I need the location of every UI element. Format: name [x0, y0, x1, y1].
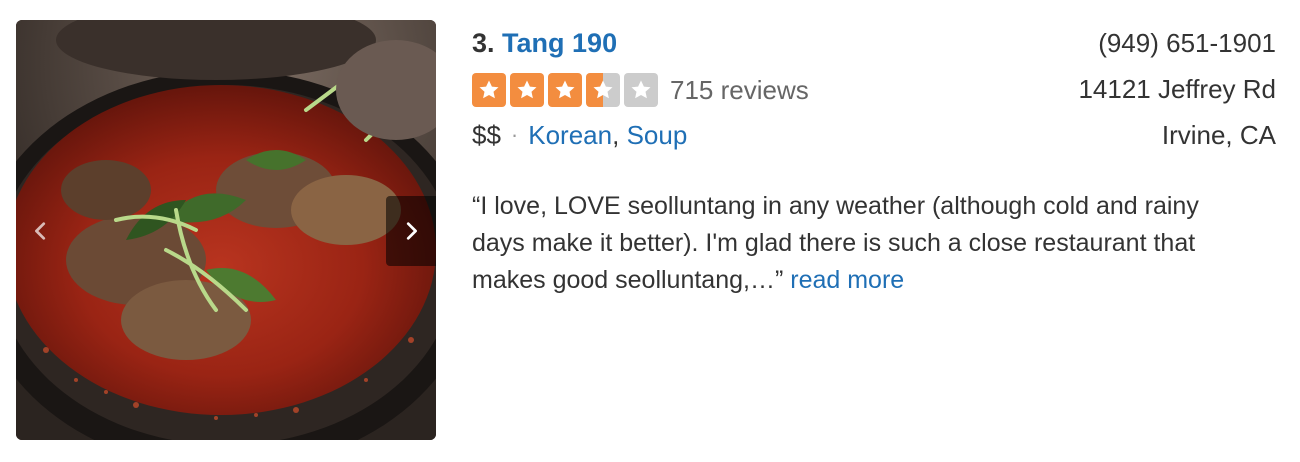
- city-state: Irvine, CA: [1161, 120, 1276, 150]
- photo-prev-button[interactable]: [16, 196, 66, 266]
- photo-next-button[interactable]: [386, 196, 436, 266]
- chevron-left-icon: [35, 222, 46, 240]
- star-icon: [479, 80, 499, 99]
- star-5-empty: [624, 73, 658, 107]
- street-address: 14121 Jeffrey Rd: [1078, 74, 1276, 104]
- business-title: 3. Tang 190: [472, 26, 1032, 60]
- separator-dot: ·: [510, 122, 519, 147]
- category-separator: ,: [612, 120, 620, 150]
- star-1-full: [472, 73, 506, 107]
- category-link-soup[interactable]: Soup: [627, 120, 688, 150]
- star-icon: [517, 80, 537, 99]
- read-more-link[interactable]: read more: [790, 266, 904, 294]
- star-4-half: [586, 73, 620, 107]
- star-icon: [555, 80, 575, 99]
- review-snippet: “I love, LOVE seolluntang in any weather…: [472, 188, 1232, 299]
- chevron-right-icon: [406, 222, 417, 240]
- business-photo[interactable]: [16, 20, 436, 440]
- business-name-link[interactable]: Tang 190: [502, 28, 617, 58]
- star-icon: [631, 80, 651, 99]
- rating-row: 715 reviews: [472, 72, 1032, 108]
- star-3-full: [548, 73, 582, 107]
- category-link-korean[interactable]: Korean: [528, 120, 612, 150]
- star-2-full: [510, 73, 544, 107]
- price-category-row: $$ · Korean, Soup: [472, 118, 1032, 152]
- food-photo-image: [16, 20, 436, 440]
- star-icon: [593, 80, 613, 99]
- star-rating: [472, 73, 658, 107]
- price-range: $$: [472, 120, 501, 150]
- contact-block: (949) 651-1901 14121 Jeffrey Rd Irvine, …: [1078, 26, 1276, 164]
- review-count[interactable]: 715 reviews: [670, 73, 809, 107]
- search-result-card: 3. Tang 190 715 reviews $$ · Korean, Soup …: [0, 0, 1300, 462]
- phone-number: (949) 651-1901: [1098, 28, 1276, 58]
- result-rank: 3.: [472, 28, 495, 58]
- business-info: 3. Tang 190 715 reviews $$ · Korean, Soup …: [472, 26, 1199, 299]
